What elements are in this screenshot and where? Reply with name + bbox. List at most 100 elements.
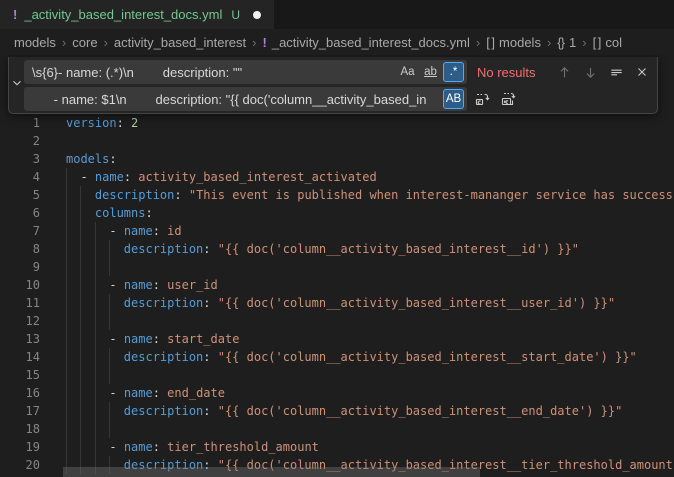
replace-input[interactable]: - name: $1\n description: "{{ doc('colum…: [24, 87, 467, 111]
indent-guide: [80, 204, 81, 222]
line-number: 12: [0, 312, 40, 330]
breadcrumb-item[interactable]: {} 1: [557, 35, 576, 50]
regex-button[interactable]: .*: [443, 62, 464, 82]
find-replace-widget: \s{6}- name: (.*)\n description: "" Aa a…: [8, 57, 658, 114]
indent-guide: [80, 258, 81, 276]
indent-guide: [109, 402, 110, 420]
code-line[interactable]: 11 description: "{{ doc('column__activit…: [0, 294, 674, 312]
breadcrumb-label: 1: [569, 35, 576, 50]
code-line[interactable]: 1version: 2: [0, 114, 674, 132]
indent-guide: [66, 312, 67, 330]
indent-guide: [95, 294, 96, 312]
indent-guide: [95, 438, 96, 456]
array-symbol-icon: [ ]: [486, 35, 494, 50]
breadcrumb-item[interactable]: !_activity_based_interest_docs.yml: [263, 35, 470, 50]
indent-guide: [80, 240, 81, 258]
indent-guide: [66, 258, 67, 276]
indent-guide: [66, 366, 67, 384]
object-symbol-icon: {}: [557, 35, 564, 50]
indent-guide: [80, 276, 81, 294]
line-number: 10: [0, 276, 40, 294]
close-button[interactable]: [631, 61, 653, 83]
indent-guide: [95, 240, 96, 258]
editor-pane[interactable]: 1version: 223models:4 - name: activity_b…: [0, 55, 674, 477]
line-number: 18: [0, 420, 40, 438]
code-line[interactable]: 6 columns:: [0, 204, 674, 222]
breadcrumb-item[interactable]: [ ]models: [486, 35, 541, 50]
close-icon: [635, 65, 649, 79]
line-number: 7: [0, 222, 40, 240]
editor-tab[interactable]: ! _activity_based_interest_docs.yml U: [0, 0, 275, 29]
chevron-down-icon: [10, 76, 24, 95]
breadcrumb-label: models: [14, 35, 56, 50]
indent-guide: [80, 330, 81, 348]
selection-lines-icon: [609, 65, 624, 80]
indent-guide: [109, 366, 110, 384]
breadcrumb-label: col: [605, 35, 622, 50]
code-line[interactable]: 16 - name: end_date: [0, 384, 674, 402]
code-line[interactable]: 12: [0, 312, 674, 330]
code-line[interactable]: 4 - name: activity_based_interest_activa…: [0, 168, 674, 186]
replace-row: - name: $1\n description: "{{ doc('colum…: [24, 87, 653, 111]
indent-guide: [95, 420, 96, 438]
indent-guide: [66, 402, 67, 420]
indent-guide: [95, 330, 96, 348]
replace-button[interactable]: [471, 88, 493, 110]
code-line[interactable]: 19 - name: tier_threshold_amount: [0, 438, 674, 456]
indent-guide: [80, 420, 81, 438]
breadcrumb-item[interactable]: activity_based_interest: [114, 35, 246, 50]
indent-guide: [109, 258, 110, 276]
line-number: 1: [0, 114, 40, 132]
preserve-case-button[interactable]: AB: [443, 89, 464, 109]
breadcrumb-separator-icon: ›: [62, 35, 66, 50]
code-line[interactable]: 18: [0, 420, 674, 438]
vscode-window: ! _activity_based_interest_docs.yml U mo…: [0, 0, 674, 477]
horizontal-scrollbar[interactable]: [63, 467, 480, 477]
indent-guide: [80, 294, 81, 312]
arrow-down-icon: [583, 65, 598, 80]
indent-guide: [80, 402, 81, 420]
find-in-selection-button[interactable]: [605, 61, 627, 83]
breadcrumb-separator-icon: ›: [252, 35, 256, 50]
line-number: 9: [0, 258, 40, 276]
code-line[interactable]: 2: [0, 132, 674, 150]
indent-guide: [66, 168, 67, 186]
whole-word-button[interactable]: ab: [420, 62, 441, 82]
breadcrumb-item[interactable]: models: [14, 35, 56, 50]
code-line[interactable]: 10 - name: user_id: [0, 276, 674, 294]
line-number: 8: [0, 240, 40, 258]
previous-match-button[interactable]: [553, 61, 575, 83]
code-line[interactable]: 15: [0, 366, 674, 384]
line-number: 4: [0, 168, 40, 186]
yaml-file-icon: !: [13, 7, 17, 22]
indent-guide: [66, 384, 67, 402]
indent-guide: [95, 402, 96, 420]
indent-guide: [109, 312, 110, 330]
match-case-button[interactable]: Aa: [397, 62, 418, 82]
toggle-replace-button[interactable]: [9, 57, 24, 113]
breadcrumb-separator-icon: ›: [547, 35, 551, 50]
code-line[interactable]: 3models:: [0, 150, 674, 168]
code-line[interactable]: 9: [0, 258, 674, 276]
line-number: 13: [0, 330, 40, 348]
code-line[interactable]: 14 description: "{{ doc('column__activit…: [0, 348, 674, 366]
indent-guide: [109, 348, 110, 366]
code-line[interactable]: 17 description: "{{ doc('column__activit…: [0, 402, 674, 420]
replace-all-button[interactable]: [497, 88, 519, 110]
code-line[interactable]: 13 - name: start_date: [0, 330, 674, 348]
code-line[interactable]: 7 - name: id: [0, 222, 674, 240]
indent-guide: [80, 366, 81, 384]
indent-guide: [66, 204, 67, 222]
line-number: 16: [0, 384, 40, 402]
line-number: 11: [0, 294, 40, 312]
find-input[interactable]: \s{6}- name: (.*)\n description: "" Aa a…: [24, 60, 467, 84]
code-line[interactable]: 5 description: "This event is published …: [0, 186, 674, 204]
tab-bar: ! _activity_based_interest_docs.yml U: [0, 0, 674, 29]
next-match-button[interactable]: [579, 61, 601, 83]
breadcrumb-item[interactable]: [ ]col: [593, 35, 622, 50]
code-line[interactable]: 8 description: "{{ doc('column__activity…: [0, 240, 674, 258]
breadcrumb-item[interactable]: core: [72, 35, 97, 50]
indent-guide: [95, 348, 96, 366]
modified-indicator-dot[interactable]: [253, 11, 261, 19]
indent-guide: [66, 348, 67, 366]
